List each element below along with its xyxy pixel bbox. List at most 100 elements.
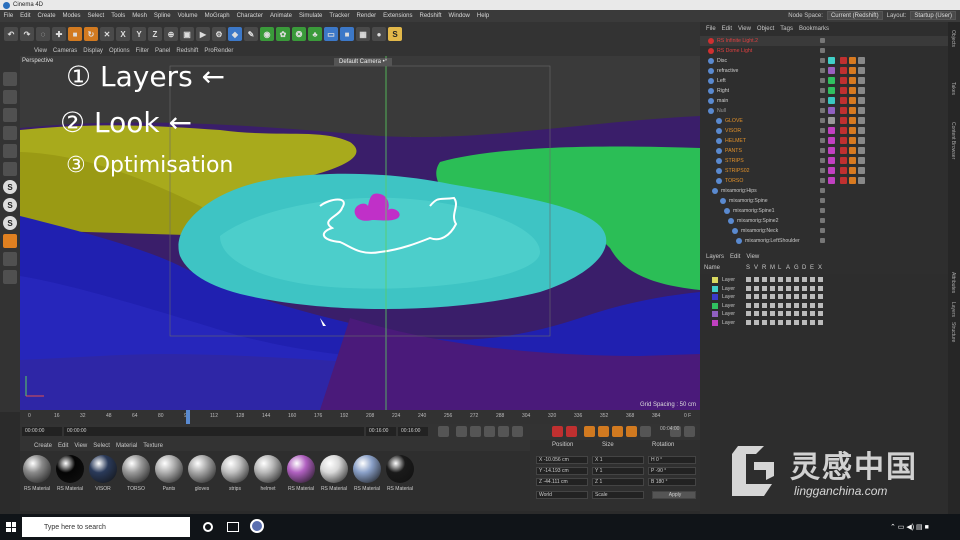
position-y-field[interactable]: Y -14.193 cm: [536, 467, 588, 475]
layer-flag-icon[interactable]: [770, 285, 775, 291]
layer-color-tag[interactable]: [828, 107, 835, 114]
material-tag-icon[interactable]: [858, 107, 865, 114]
material-tag-icon[interactable]: [840, 167, 847, 174]
tweak-icon[interactable]: [3, 234, 17, 248]
layer-flag-icon[interactable]: [810, 294, 815, 299]
axis-mode-icon[interactable]: [3, 162, 17, 176]
layer-color-tag[interactable]: [828, 137, 835, 144]
visibility-toggle[interactable]: [820, 58, 825, 63]
visibility-toggle[interactable]: [820, 148, 825, 153]
move-icon[interactable]: ✚: [52, 27, 66, 41]
layer-flag-icon[interactable]: [762, 302, 767, 308]
layer-row[interactable]: Layer: [700, 293, 948, 301]
menu-item-edit[interactable]: Edit: [17, 13, 34, 19]
layer-flag-icon[interactable]: [818, 285, 823, 291]
deformer-icon[interactable]: ❂: [292, 27, 306, 41]
visibility-toggle[interactable]: [820, 118, 825, 123]
layer-flag-icon[interactable]: [754, 302, 759, 308]
cloner-icon[interactable]: ✿: [276, 27, 290, 41]
goto-start-icon[interactable]: [438, 426, 449, 437]
z-axis-icon[interactable]: Z: [148, 27, 162, 41]
layer-row[interactable]: Layer: [700, 276, 948, 284]
material-tag-icon[interactable]: [840, 177, 847, 184]
material-tag-icon[interactable]: [849, 57, 856, 64]
viewport-menu-options[interactable]: Options: [109, 48, 130, 54]
side-tab-objects[interactable]: Objects: [950, 30, 956, 47]
position-z-field[interactable]: Z -44.111 cm: [536, 478, 588, 486]
material-tag-icon[interactable]: [840, 107, 847, 114]
layer-flag-icon[interactable]: [778, 302, 783, 308]
material-tag-icon[interactable]: [858, 97, 865, 104]
material-menu-material[interactable]: Material: [116, 443, 137, 449]
object-menu-tags[interactable]: Tags: [780, 26, 793, 32]
menu-item-file[interactable]: File: [0, 13, 17, 19]
edges-mode-icon[interactable]: [3, 126, 17, 140]
material-tag-icon[interactable]: [858, 87, 865, 94]
record-icon[interactable]: [552, 426, 563, 437]
object-row[interactable]: TORSO: [700, 176, 948, 186]
material-tag-icon[interactable]: [840, 117, 847, 124]
visibility-toggle[interactable]: [820, 218, 825, 223]
layer-row[interactable]: Layer: [700, 310, 948, 318]
object-row[interactable]: refractive: [700, 66, 948, 76]
layer-flag-icon[interactable]: [754, 319, 759, 325]
layer-flag-icon[interactable]: [810, 277, 815, 282]
layer-flag-icon[interactable]: [786, 294, 791, 299]
coordinate-mode-dropdown[interactable]: World: [536, 491, 588, 499]
material-swatch[interactable]: RS Material: [22, 455, 52, 507]
floor-icon[interactable]: ▦: [356, 27, 370, 41]
layer-flag-icon[interactable]: [818, 277, 823, 282]
scale-key-icon[interactable]: [612, 426, 623, 437]
material-tag-icon[interactable]: [849, 77, 856, 84]
layer-color-tag[interactable]: [828, 97, 835, 104]
material-menu-texture[interactable]: Texture: [143, 443, 163, 449]
polygons-mode-icon[interactable]: [3, 144, 17, 158]
rotation-b-field[interactable]: B 180 °: [648, 478, 696, 486]
material-tag-icon[interactable]: [858, 67, 865, 74]
material-tag-icon[interactable]: [858, 147, 865, 154]
current-time-field[interactable]: 00:00:00: [22, 427, 62, 436]
material-tag-icon[interactable]: [858, 137, 865, 144]
layer-flag-icon[interactable]: [818, 319, 823, 325]
layer-color-tag[interactable]: [828, 77, 835, 84]
cortana-icon[interactable]: [203, 522, 213, 532]
object-row[interactable]: HELMET: [700, 136, 948, 146]
visibility-toggle[interactable]: [820, 198, 825, 203]
layer-flag-icon[interactable]: [778, 319, 783, 325]
visibility-toggle[interactable]: [820, 98, 825, 103]
grid-icon[interactable]: [3, 252, 17, 266]
param-key-icon[interactable]: [640, 426, 651, 437]
layer-flag-icon[interactable]: [778, 311, 783, 316]
material-tag-icon[interactable]: [849, 157, 856, 164]
material-swatch[interactable]: RS Material: [319, 455, 349, 507]
node-space-dropdown[interactable]: Current (Redshift): [826, 11, 883, 20]
object-row[interactable]: PANTS: [700, 146, 948, 156]
material-menu-select[interactable]: Select: [93, 443, 110, 449]
playhead[interactable]: [186, 410, 190, 424]
menu-item-spline[interactable]: Spline: [150, 13, 174, 19]
object-row[interactable]: main: [700, 96, 948, 106]
menu-item-simulate[interactable]: Simulate: [296, 13, 326, 19]
layer-flag-icon[interactable]: [802, 294, 807, 299]
layer-flag-icon[interactable]: [810, 285, 815, 291]
start-time-field[interactable]: 00:00:00: [64, 427, 364, 436]
menu-item-tools[interactable]: Tools: [108, 13, 129, 19]
layer-flag-icon[interactable]: [762, 311, 767, 316]
visibility-toggle[interactable]: [820, 228, 825, 233]
visibility-toggle[interactable]: [820, 88, 825, 93]
camera-label[interactable]: Default Camera •°: [334, 58, 393, 66]
system-tray-icons[interactable]: ⌃ ▭ ◀) ▤ ■: [890, 523, 929, 531]
render-region-icon[interactable]: ▣: [180, 27, 194, 41]
snap-icon[interactable]: S: [3, 180, 17, 194]
menu-item-render[interactable]: Render: [353, 13, 380, 19]
object-menu-view[interactable]: View: [738, 26, 751, 32]
material-tag-icon[interactable]: [858, 117, 865, 124]
rotation-p-field[interactable]: P -90 °: [648, 467, 696, 475]
material-swatch[interactable]: TORSO: [121, 455, 151, 507]
scale-icon[interactable]: ■: [68, 27, 82, 41]
visibility-toggle[interactable]: [820, 48, 825, 53]
menu-item-create[interactable]: Create: [34, 13, 59, 19]
material-menu-view[interactable]: View: [74, 443, 87, 449]
end-time-field[interactable]: 00:16:00: [366, 427, 396, 436]
viewport-menu-redshift[interactable]: Redshift: [176, 48, 198, 54]
